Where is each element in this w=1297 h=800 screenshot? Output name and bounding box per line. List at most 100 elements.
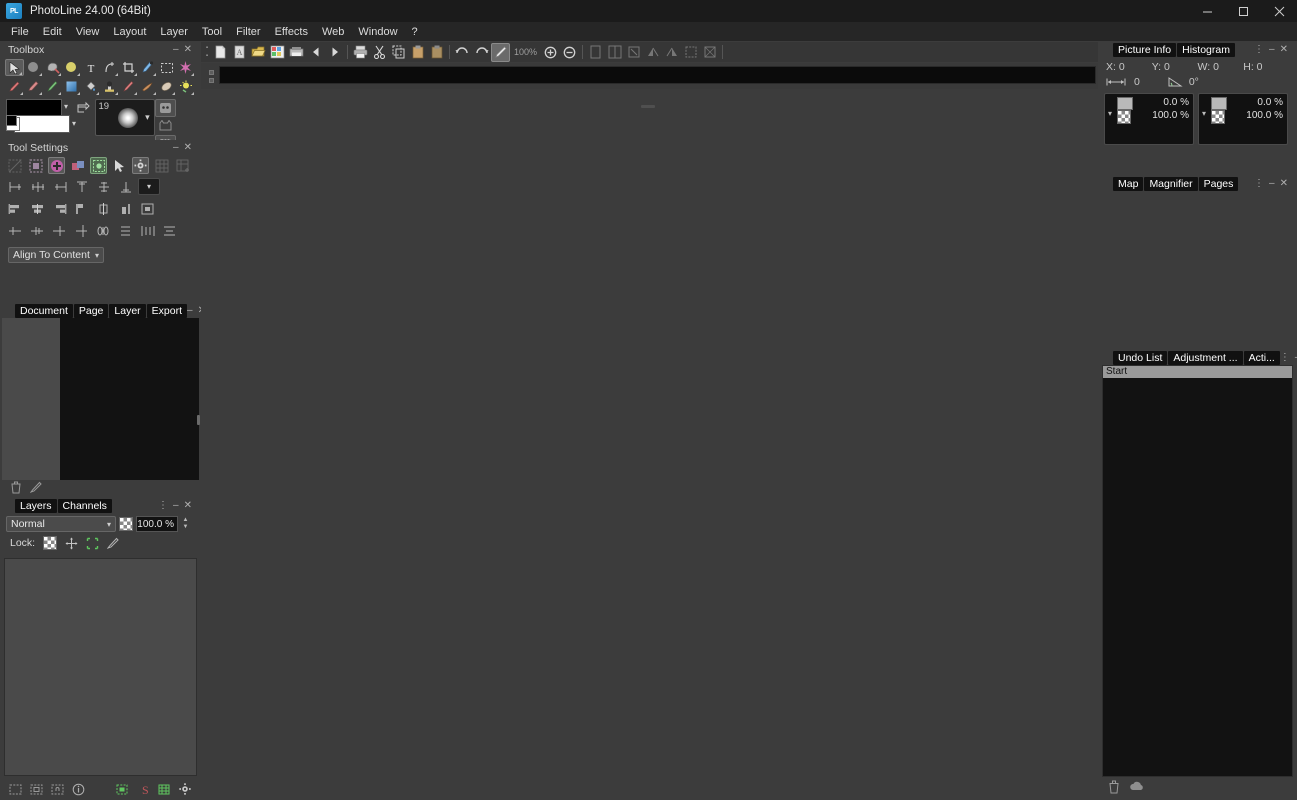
foreground-color-chevron-down-icon[interactable]: ▾: [64, 102, 68, 111]
layers-panel-close-button[interactable]: ✕: [184, 500, 192, 510]
toolbar-drag-handle[interactable]: ▪ ▪: [203, 43, 211, 61]
tool-rect-select[interactable]: [157, 59, 176, 76]
background-color-chevron-down-icon[interactable]: ▾: [72, 119, 76, 128]
layer-settings-icon[interactable]: [178, 782, 193, 797]
layer-opacity-field[interactable]: 100.0 %: [136, 516, 178, 532]
picture-info-minimize-button[interactable]: –: [1269, 44, 1275, 54]
new-from-template-icon[interactable]: A: [230, 43, 249, 62]
align-top-icon[interactable]: [72, 178, 91, 196]
tool-gradient[interactable]: [62, 78, 81, 95]
transform-icon[interactable]: [700, 43, 719, 62]
previous-image-icon[interactable]: [306, 43, 325, 62]
menu-file[interactable]: File: [4, 24, 36, 40]
grid-add-button[interactable]: [174, 157, 191, 174]
tool-crop[interactable]: [119, 59, 138, 76]
align-edge-center-icon[interactable]: [28, 200, 47, 218]
foreground-readout-chevron-down-icon[interactable]: ▾: [1108, 109, 1112, 118]
menu-web[interactable]: Web: [315, 24, 351, 40]
paste-special-icon[interactable]: [427, 43, 446, 62]
tool-path[interactable]: [100, 59, 119, 76]
tab-export[interactable]: Export: [146, 303, 188, 318]
lock-position-icon[interactable]: [65, 537, 78, 550]
flip-horizontal-icon[interactable]: [643, 43, 662, 62]
toolbox-close-button[interactable]: ✕: [184, 44, 192, 54]
tab-layer[interactable]: Layer: [109, 303, 146, 318]
align-edge-left-icon[interactable]: [6, 200, 25, 218]
tool-settings-minimize-button[interactable]: –: [173, 142, 179, 152]
open-documents-tabbar[interactable]: [219, 66, 1096, 84]
zoom-out-icon[interactable]: [560, 43, 579, 62]
new-document-icon[interactable]: [211, 43, 230, 62]
align-to-content-dropdown[interactable]: Align To Content ▾: [8, 247, 104, 263]
menu-filter[interactable]: Filter: [229, 24, 267, 40]
tab-undo-list[interactable]: Undo List: [1113, 350, 1168, 365]
zoom-in-icon[interactable]: [541, 43, 560, 62]
intersect-selection-mode-button[interactable]: [90, 157, 107, 174]
new-selection-mode-button[interactable]: [27, 157, 44, 174]
no-selection-mode-button[interactable]: [6, 157, 23, 174]
color-picker-icon[interactable]: [491, 42, 510, 62]
tab-actions[interactable]: Acti...: [1243, 350, 1280, 365]
tab-page[interactable]: Page: [73, 303, 109, 318]
foreground-mini-swatch[interactable]: [6, 115, 17, 126]
cut-icon[interactable]: [370, 43, 389, 62]
distribute-top-icon[interactable]: [72, 222, 91, 240]
layer-info-icon[interactable]: [71, 782, 86, 797]
undo-panel-menu-button[interactable]: ⋮: [1280, 352, 1290, 363]
tool-pencil[interactable]: [5, 78, 24, 95]
next-image-icon[interactable]: [325, 43, 344, 62]
align-target-dropdown[interactable]: ▾: [138, 178, 160, 195]
distribute-right-icon[interactable]: [50, 222, 69, 240]
background-color-swatch[interactable]: [14, 115, 70, 133]
new-layer-icon[interactable]: [115, 782, 130, 797]
layers-list[interactable]: [4, 558, 197, 776]
layer-transparency-icon[interactable]: [119, 517, 133, 531]
new-group-icon[interactable]: [157, 782, 172, 797]
tool-brush[interactable]: [138, 59, 157, 76]
pointer-mode-button[interactable]: [111, 157, 128, 174]
canvas-empty-workspace[interactable]: [201, 89, 1098, 800]
map-panel-minimize-button[interactable]: –: [1269, 178, 1275, 188]
document-tab-drag-handle[interactable]: [207, 68, 215, 84]
minimize-window-button[interactable]: [1189, 0, 1225, 22]
align-middle-v-icon[interactable]: [94, 178, 113, 196]
tool-magic-wand[interactable]: [176, 59, 195, 76]
tool-clone-brush[interactable]: [43, 78, 62, 95]
tool-text[interactable]: T: [81, 59, 100, 76]
save-document-icon[interactable]: [287, 43, 306, 62]
distribute-space-v-icon[interactable]: [116, 222, 135, 240]
tool-smudge[interactable]: [119, 78, 138, 95]
tool-eraser[interactable]: [24, 78, 43, 95]
rotate-icon[interactable]: [624, 43, 643, 62]
paste-icon[interactable]: [408, 43, 427, 62]
undo-steps-list[interactable]: Start: [1102, 365, 1293, 777]
pages-thumbnail-area[interactable]: [1100, 191, 1295, 348]
tab-pages[interactable]: Pages: [1198, 176, 1239, 191]
brush-chevron-down-icon[interactable]: ▾: [145, 112, 150, 123]
menu-tool[interactable]: Tool: [195, 24, 229, 40]
tool-settings-close-button[interactable]: ✕: [184, 142, 192, 152]
align-left-icon[interactable]: [6, 178, 25, 196]
blend-mode-dropdown[interactable]: Normal ▾: [6, 516, 116, 532]
distribute-gap-h-icon[interactable]: [138, 222, 157, 240]
crop-icon[interactable]: [681, 43, 700, 62]
menu-window[interactable]: Window: [351, 24, 404, 40]
lock-paint-icon[interactable]: [107, 537, 120, 550]
tool-lasso[interactable]: [43, 59, 62, 76]
spread-view-icon[interactable]: [605, 43, 624, 62]
menu-help[interactable]: ?: [405, 24, 425, 40]
lock-all-icon[interactable]: [86, 537, 99, 550]
tool-color-picker[interactable]: [62, 59, 81, 76]
new-document-icon[interactable]: [30, 481, 43, 494]
panel-resize-handle[interactable]: [197, 415, 200, 425]
layers-panel-minimize-button[interactable]: –: [173, 500, 179, 510]
tool-ellipse-select[interactable]: [24, 59, 43, 76]
lock-transparency-icon[interactable]: [43, 536, 58, 550]
menu-view[interactable]: View: [69, 24, 107, 40]
add-selection-mode-button[interactable]: [48, 157, 65, 174]
map-panel-menu-button[interactable]: ⋮: [1254, 178, 1264, 189]
distribute-center-icon[interactable]: [28, 222, 47, 240]
layer-opacity-stepper[interactable]: ▲ ▼: [181, 516, 190, 532]
tab-map[interactable]: Map: [1113, 176, 1144, 191]
maximize-window-button[interactable]: [1225, 0, 1261, 22]
